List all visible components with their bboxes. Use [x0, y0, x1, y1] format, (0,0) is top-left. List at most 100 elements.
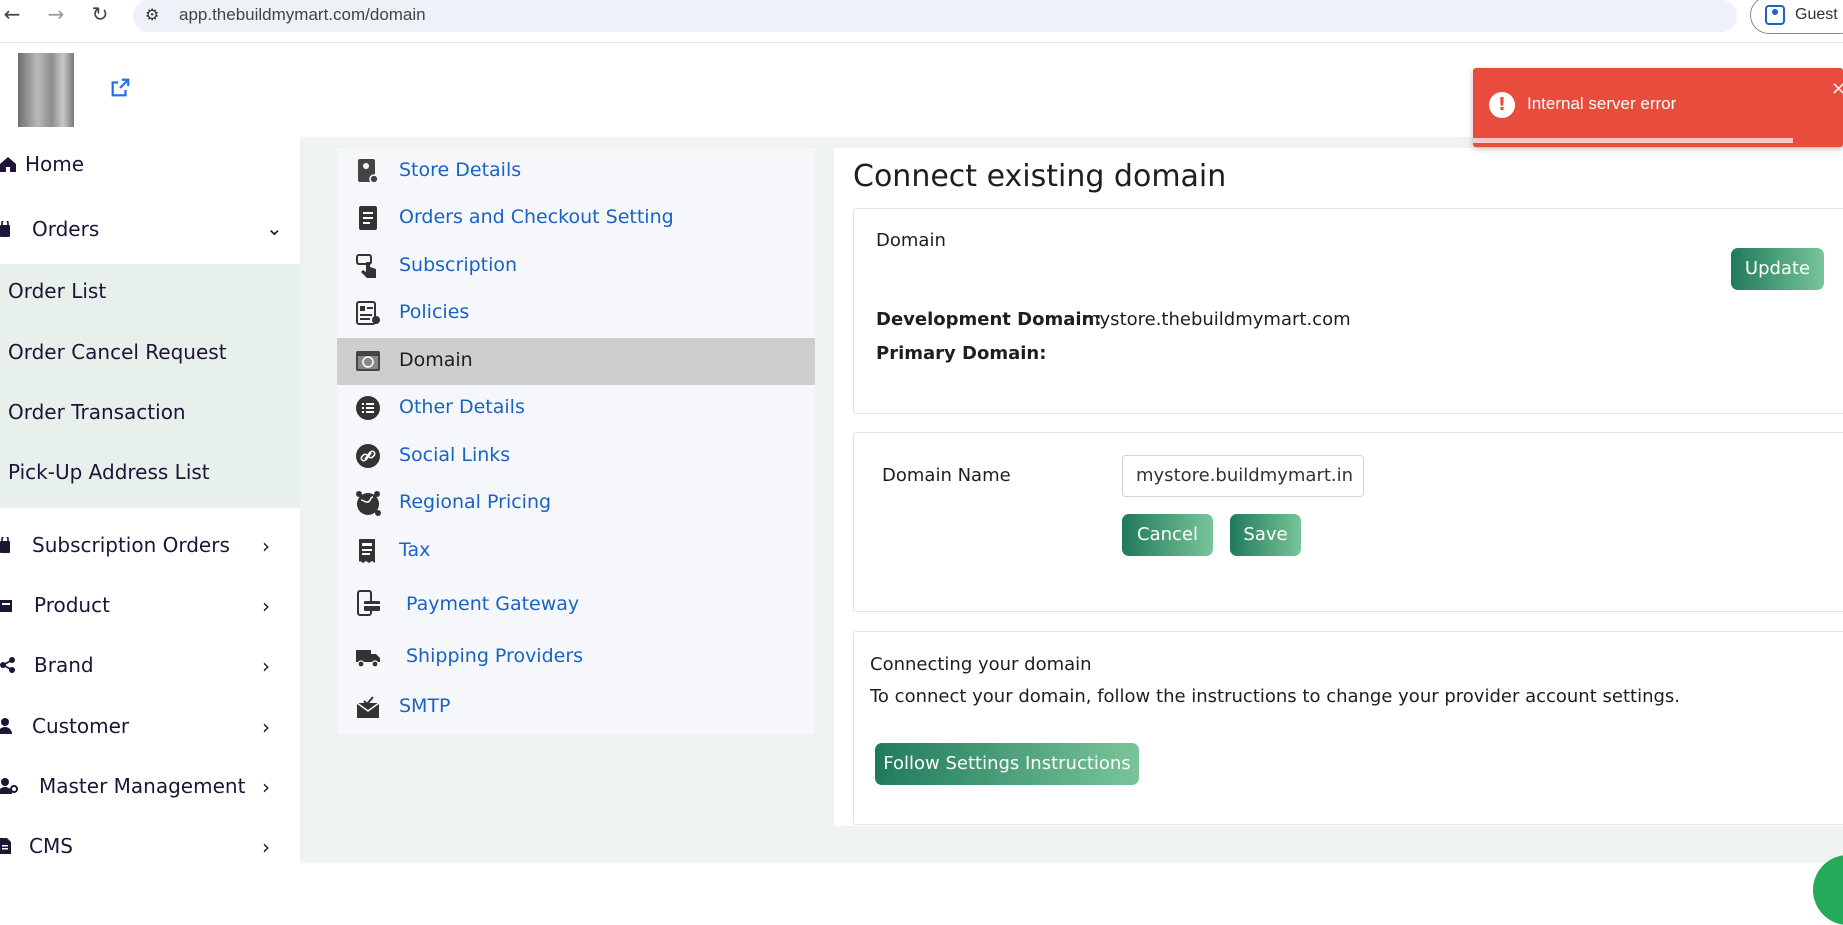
- settings-item-label: Store Details: [399, 159, 522, 181]
- sidebar-item-home[interactable]: Home: [0, 137, 300, 197]
- development-domain-value: mystore.thebuildmymart.com: [1082, 309, 1351, 330]
- browser-toolbar: ← → ↻ ⚙ app.thebuildmymart.com/domain Gu…: [0, 0, 1843, 43]
- sidebar-item-product[interactable]: Product ›: [0, 578, 300, 638]
- reload-icon[interactable]: ↻: [88, 2, 112, 26]
- external-link-icon[interactable]: [109, 77, 131, 99]
- settings-item-regional-pricing[interactable]: Regional Pricing: [337, 480, 815, 527]
- home-icon: [0, 157, 16, 172]
- settings-item-label: Domain: [399, 349, 473, 371]
- chat-widget-button[interactable]: [1813, 855, 1843, 925]
- sidebar-item-cms[interactable]: CMS ›: [0, 819, 300, 879]
- submenu-item-order-list[interactable]: Order List: [8, 279, 106, 303]
- sidebar-item-label: Product: [34, 593, 110, 617]
- policy-document-icon: [356, 301, 380, 325]
- chevron-right-icon: ›: [262, 775, 270, 799]
- submenu-item-pickup-address-list[interactable]: Pick-Up Address List: [8, 460, 210, 484]
- settings-item-social-links[interactable]: Social Links: [337, 433, 815, 480]
- cancel-button[interactable]: Cancel: [1122, 514, 1213, 556]
- sidebar-item-label: Orders: [32, 217, 100, 241]
- chevron-down-icon: ⌄: [266, 216, 283, 240]
- domain-card-heading: Domain: [876, 230, 946, 251]
- store-badge-icon: [358, 159, 379, 184]
- domain-name-label: Domain Name: [882, 465, 1011, 486]
- store-logo[interactable]: [18, 53, 74, 127]
- sidebar-item-label: Master Management: [39, 774, 246, 798]
- sidebar-item-label: Subscription Orders: [32, 533, 230, 557]
- list-circle-icon: [356, 396, 380, 420]
- sidebar-item-master-management[interactable]: Master Management ›: [0, 759, 300, 819]
- user-gear-icon: [0, 778, 18, 794]
- sidebar-item-label: CMS: [29, 834, 73, 858]
- settings-item-label: Tax: [399, 539, 431, 561]
- profile-button[interactable]: Guest: [1750, 0, 1843, 34]
- error-icon: !: [1489, 92, 1515, 118]
- forward-icon[interactable]: →: [44, 2, 68, 26]
- close-icon[interactable]: ×: [1831, 78, 1843, 99]
- error-toast: ! Internal server error ×: [1473, 68, 1843, 147]
- document-list-icon: [359, 206, 377, 230]
- settings-item-subscription[interactable]: Subscription: [337, 243, 815, 290]
- domain-name-input[interactable]: mystore.buildmymart.in: [1122, 455, 1364, 497]
- settings-item-smtp[interactable]: SMTP: [337, 684, 815, 731]
- shopping-bag-icon: [0, 537, 10, 553]
- settings-item-payment-gateway[interactable]: Payment Gateway: [337, 578, 815, 630]
- sidebar-item-customer[interactable]: Customer ›: [0, 699, 300, 759]
- settings-item-label: Social Links: [399, 444, 511, 466]
- settings-item-shipping-providers[interactable]: Shipping Providers: [337, 634, 815, 681]
- www-icon: [356, 351, 380, 371]
- url-text: app.thebuildmymart.com/domain: [179, 5, 426, 24]
- back-icon[interactable]: ←: [0, 2, 24, 26]
- update-button[interactable]: Update: [1731, 248, 1824, 290]
- sidebar-item-label: Customer: [32, 714, 130, 738]
- orders-submenu: Order List Order Cancel Request Order Tr…: [0, 264, 300, 508]
- sidebar-item-orders[interactable]: Orders ⌄: [0, 202, 300, 262]
- hand-tap-icon: [356, 254, 376, 278]
- box-icon: [0, 600, 12, 612]
- settings-item-domain[interactable]: Domain: [337, 338, 815, 385]
- connect-domain-description: To connect your domain, follow the instr…: [870, 686, 1680, 707]
- sidebar-item-brand[interactable]: Brand ›: [0, 638, 300, 698]
- user-icon: [0, 718, 12, 734]
- chevron-right-icon: ›: [262, 654, 270, 678]
- settings-item-store-details[interactable]: Store Details: [337, 148, 815, 195]
- truck-icon: [356, 650, 380, 668]
- mail-icon: [356, 696, 380, 718]
- settings-item-label: Policies: [399, 301, 470, 323]
- profile-label: Guest: [1795, 6, 1838, 23]
- toast-message: Internal server error: [1527, 94, 1677, 113]
- settings-item-label: Orders and Checkout Setting: [399, 206, 674, 228]
- chevron-right-icon: ›: [262, 715, 270, 739]
- address-bar[interactable]: ⚙ app.thebuildmymart.com/domain: [133, 0, 1737, 32]
- toast-progress-bar: [1473, 138, 1793, 143]
- primary-domain-label: Primary Domain:: [876, 343, 1047, 364]
- sidebar-item-label: Home: [25, 152, 85, 176]
- settings-item-tax[interactable]: Tax: [337, 528, 815, 575]
- link-circle-icon: [356, 444, 380, 468]
- tax-receipt-icon: [359, 539, 375, 563]
- globe-pricing-icon: [356, 491, 381, 516]
- settings-menu: Store Details Orders and Checkout Settin…: [337, 148, 815, 734]
- save-button[interactable]: Save: [1230, 514, 1301, 556]
- settings-item-other-details[interactable]: Other Details: [337, 385, 815, 432]
- chevron-right-icon: ›: [262, 534, 270, 558]
- settings-item-label: Regional Pricing: [399, 491, 552, 513]
- page-title: Connect existing domain: [853, 159, 1227, 194]
- shopping-bag-icon: [0, 221, 10, 237]
- site-settings-icon[interactable]: ⚙: [145, 5, 159, 24]
- development-domain-label: Development Domain:: [876, 309, 1102, 330]
- follow-settings-instructions-button[interactable]: Follow Settings Instructions: [875, 743, 1139, 785]
- profile-icon: [1765, 5, 1785, 25]
- submenu-item-order-cancel-request[interactable]: Order Cancel Request: [8, 340, 227, 364]
- settings-item-label: Payment Gateway: [406, 593, 580, 615]
- submenu-item-order-transaction[interactable]: Order Transaction: [8, 400, 186, 424]
- connect-domain-heading: Connecting your domain: [870, 654, 1092, 675]
- settings-item-orders-checkout[interactable]: Orders and Checkout Setting: [337, 195, 815, 242]
- settings-item-label: Subscription: [399, 254, 518, 276]
- settings-item-policies[interactable]: Policies: [337, 290, 815, 337]
- chevron-right-icon: ›: [262, 594, 270, 618]
- sidebar-item-subscription-orders[interactable]: Subscription Orders ›: [0, 518, 300, 578]
- settings-item-label: Shipping Providers: [406, 645, 584, 667]
- settings-item-label: SMTP: [399, 695, 451, 717]
- sidebar: Home Orders ⌄ Order List Order Cancel Re…: [0, 137, 300, 863]
- sidebar-item-label: Brand: [34, 653, 94, 677]
